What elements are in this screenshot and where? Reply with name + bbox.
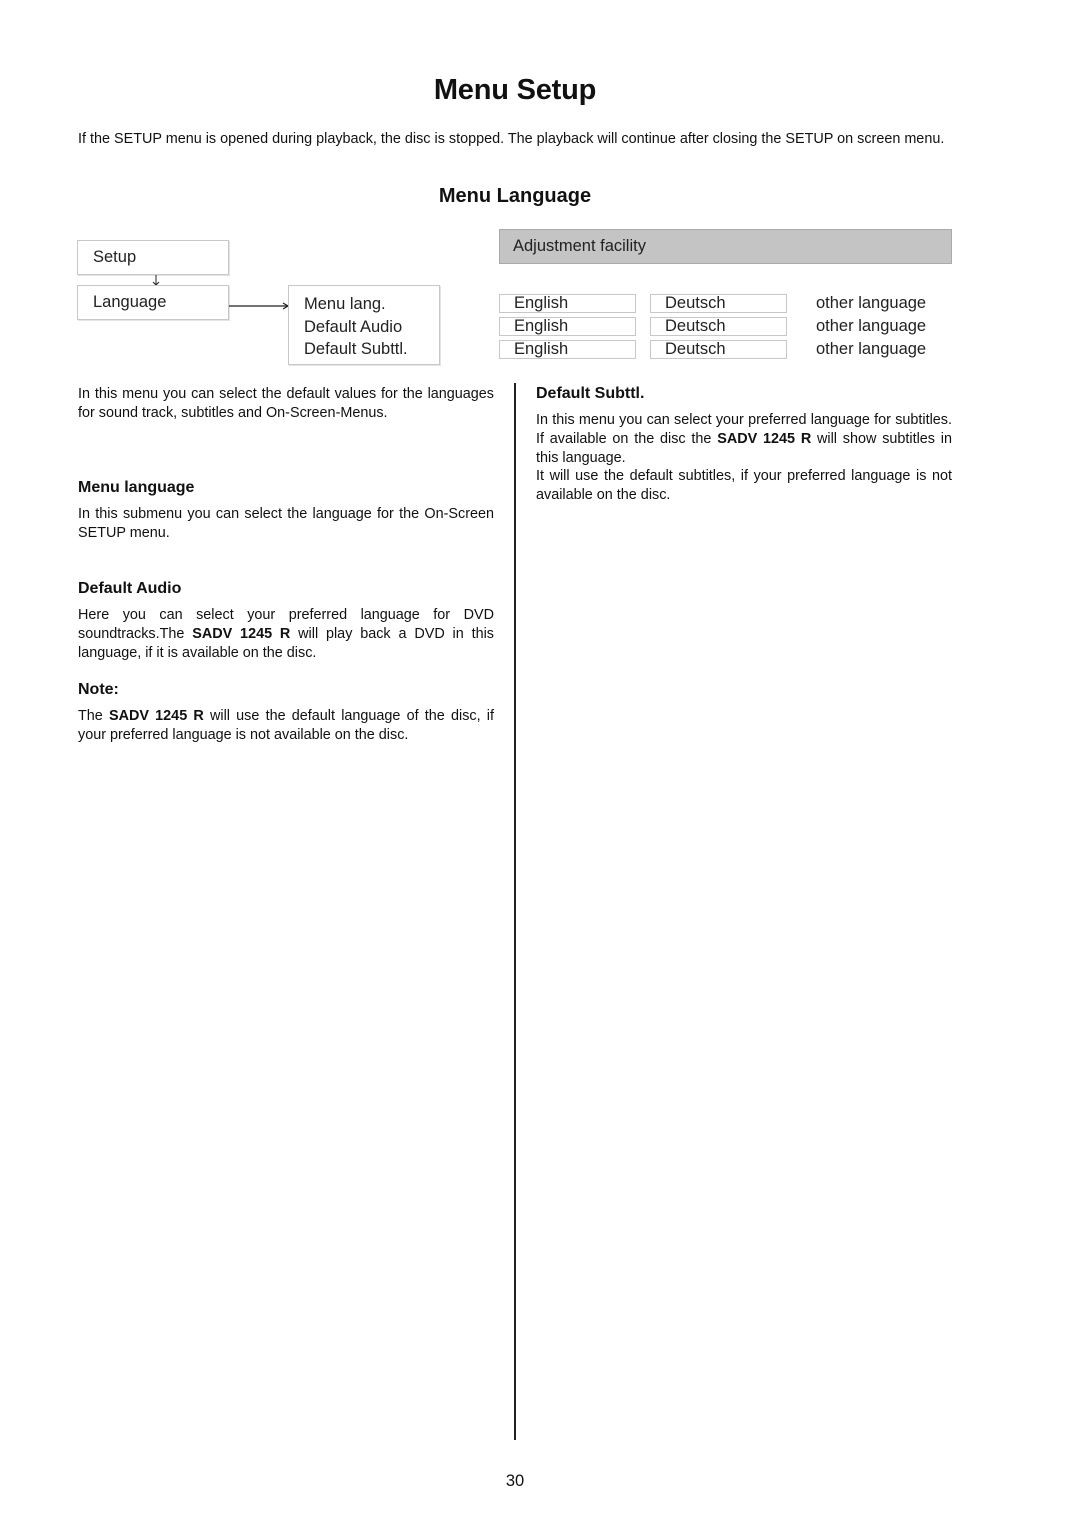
note-heading: Note:: [78, 681, 119, 698]
option-english: English: [499, 340, 636, 359]
page-number: 30: [505, 1472, 525, 1490]
model-name: SADV 1245 R: [192, 626, 291, 642]
option-deutsch: Deutsch: [650, 340, 787, 359]
option-deutsch: Deutsch: [650, 317, 787, 336]
diagram-language-box: Language: [77, 285, 229, 320]
option-other-language: other language: [816, 340, 927, 358]
default-subttl-body-2: It will use the default subtitles, if yo…: [536, 468, 952, 503]
option-english: English: [499, 317, 636, 336]
model-name: SADV 1245 R: [717, 431, 812, 447]
submenu-item-default-subttl: Default Subttl.: [304, 340, 408, 358]
intro-paragraph: If the SETUP menu is opened during playb…: [78, 131, 945, 147]
menu-language-body: In this submenu you can select the langu…: [78, 506, 494, 541]
arrow-right-icon: [229, 302, 289, 310]
default-subttl-body: In this menu you can select your preferr…: [536, 411, 952, 468]
option-english: English: [499, 294, 636, 313]
option-other-language: other language: [816, 317, 927, 335]
option-other-language: other language: [816, 294, 927, 312]
submenu-item-menu-lang: Menu lang.: [304, 295, 386, 313]
left-intro-paragraph: In this menu you can select the default …: [78, 386, 494, 421]
adjustment-facility-header: Adjustment facility: [499, 229, 952, 264]
submenu-item-default-audio: Default Audio: [304, 317, 403, 336]
diagram-submenu-box: Menu lang. Default Audio Default Subttl.: [288, 285, 440, 365]
section-title: Menu Language: [438, 185, 592, 207]
note-text: The: [78, 708, 109, 724]
default-audio-heading: Default Audio: [78, 580, 182, 597]
option-deutsch: Deutsch: [650, 294, 787, 313]
diagram-setup-label: Setup: [93, 248, 137, 266]
menu-language-heading: Menu language: [78, 479, 195, 496]
diagram-language-label: Language: [93, 293, 167, 311]
column-divider: [514, 383, 516, 1440]
default-audio-body: Here you can select your preferred langu…: [78, 606, 494, 663]
note-body: The SADV 1245 R will use the default lan…: [78, 707, 494, 745]
diagram-setup-box: Setup: [77, 240, 229, 275]
default-subttl-heading: Default Subttl.: [536, 385, 645, 402]
model-name: SADV 1245 R: [109, 708, 204, 724]
page-title: Menu Setup: [433, 74, 597, 106]
